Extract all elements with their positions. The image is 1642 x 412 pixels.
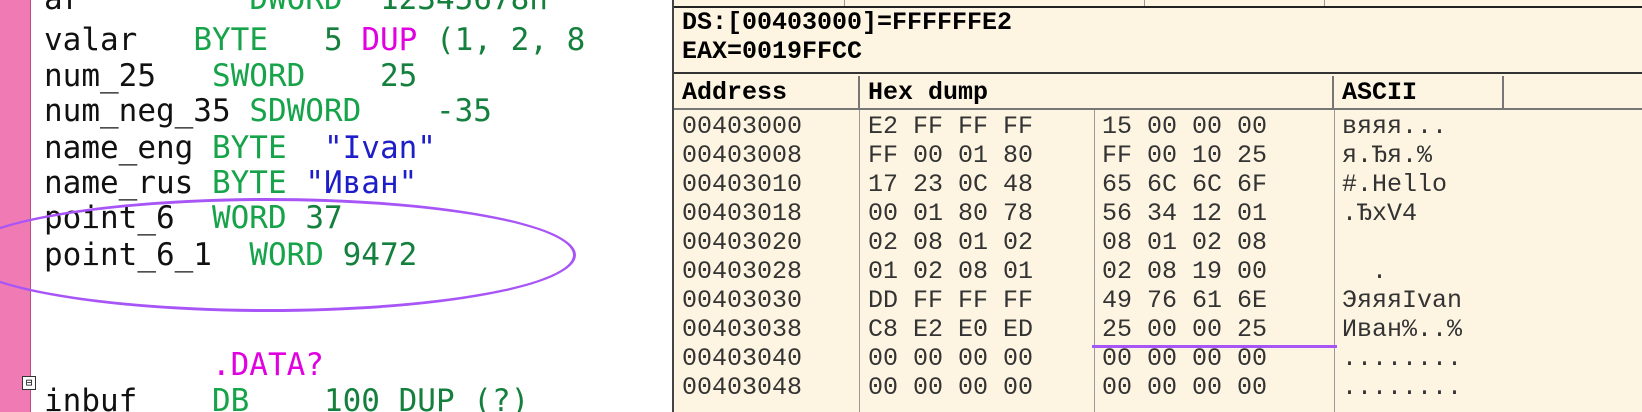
var-name: inbuf — [44, 383, 137, 412]
var-name: num_neg_35 — [44, 93, 231, 129]
var-value: "Иван" — [305, 165, 417, 201]
var-value: -35 — [436, 93, 492, 129]
hex-column-1: E2 FF FF FF FF 00 01 80 17 23 0C 48 00 01 8… — [868, 112, 1033, 402]
dump-row-ascii[interactable]: я.Ђя.% — [1342, 141, 1462, 170]
var-type: SWORD — [212, 58, 305, 94]
var-value: (1, 2, 8 — [436, 22, 585, 58]
var-type: DWORD — [249, 0, 342, 17]
dump-row-hex1[interactable]: E2 FF FF FF — [868, 112, 1033, 141]
code-line[interactable]: name_eng BYTE "Ivan" — [44, 133, 436, 163]
dump-row-hex2[interactable]: 02 08 19 00 — [1102, 257, 1267, 286]
dump-row-hex1[interactable]: 01 02 08 01 — [868, 257, 1033, 286]
dump-row-ascii[interactable]: ........ — [1342, 373, 1462, 402]
dump-row-ascii[interactable]: ........ — [1342, 344, 1462, 373]
dump-row-ascii[interactable]: вяяя... — [1342, 112, 1462, 141]
dump-row-address[interactable]: 00403048 — [682, 373, 802, 402]
highlight-ellipse — [0, 198, 576, 312]
dump-row-ascii[interactable]: #.Hello — [1342, 170, 1462, 199]
code-line[interactable]: num_neg_35 SDWORD -35 — [44, 96, 492, 126]
memory-operand-line: DS:[00403000]=FFFFFFE2 — [682, 8, 1012, 37]
dump-row-hex2[interactable]: 15 00 00 00 — [1102, 112, 1267, 141]
dump-row-hex2[interactable]: 00 00 00 00 — [1102, 344, 1267, 373]
dump-row-ascii[interactable]: Иван%..% — [1342, 315, 1462, 344]
address-column: 00403000 00403008 00403010 00403018 00403020… — [682, 112, 802, 402]
dump-row-hex2[interactable]: 49 76 61 6E — [1102, 286, 1267, 315]
dump-row-hex2[interactable]: FF 00 10 25 — [1102, 141, 1267, 170]
var-name: num_25 — [44, 58, 156, 94]
ascii-column: вяяя... я.Ђя.% #.Hello .ЂxV4   … — [1342, 112, 1462, 402]
dump-row-ascii[interactable]:     — [1342, 228, 1462, 257]
code-line[interactable]: inbuf DB 100 DUP (?) — [44, 386, 529, 412]
segment-directive: .DATA? — [212, 347, 324, 383]
var-type: BYTE — [212, 165, 287, 201]
code-line[interactable]: num_25 SWORD 25 — [44, 61, 417, 91]
dump-row-hex1[interactable]: 02 08 01 02 — [868, 228, 1033, 257]
dump-row-address[interactable]: 00403010 — [682, 170, 802, 199]
dump-row-hex1[interactable]: 17 23 0C 48 — [868, 170, 1033, 199]
code-line[interactable]: ar DWORD 12345678h — [44, 0, 548, 14]
dump-row-address[interactable]: 00403000 — [682, 112, 802, 141]
code-line[interactable]: valar BYTE 5 DUP (1, 2, 8 — [44, 25, 585, 55]
register-line: EAX=0019FFCC — [682, 37, 862, 66]
editor-gutter — [30, 0, 41, 412]
debugger-panel: DS:[00403000]=FFFFFFE2 EAX=0019FFCC Addr… — [672, 0, 1642, 412]
var-type: BYTE — [212, 130, 287, 166]
code-line[interactable]: .DATA? — [44, 350, 324, 380]
fold-toggle-icon[interactable]: ⊟ — [22, 376, 36, 390]
dump-row-address[interactable]: 00403008 — [682, 141, 802, 170]
dump-row-hex1[interactable]: 00 00 00 00 — [868, 373, 1033, 402]
dump-row-address[interactable]: 00403030 — [682, 286, 802, 315]
hex-column-2: 15 00 00 00 FF 00 10 25 65 6C 6C 6F 56 34 1… — [1102, 112, 1267, 402]
var-value: "Ivan" — [324, 130, 436, 166]
pane-splitter[interactable] — [674, 0, 1642, 8]
var-type: SDWORD — [249, 93, 361, 129]
column-header-hex-dump[interactable]: Hex dump — [860, 76, 1334, 110]
var-name: name_rus — [44, 165, 193, 201]
dump-row-address[interactable]: 00403020 — [682, 228, 802, 257]
dump-row-hex1[interactable]: 00 00 00 00 — [868, 344, 1033, 373]
dump-row-address[interactable]: 00403028 — [682, 257, 802, 286]
dump-row-address[interactable]: 00403018 — [682, 199, 802, 228]
dump-row-hex1[interactable]: DD FF FF FF — [868, 286, 1033, 315]
var-value: 5 — [324, 22, 343, 58]
var-type: DB — [212, 383, 249, 412]
dump-row-hex2[interactable]: 65 6C 6C 6F — [1102, 170, 1267, 199]
dump-row-hex1[interactable]: C8 E2 E0 ED — [868, 315, 1033, 344]
dump-row-hex2[interactable]: 08 01 02 08 — [1102, 228, 1267, 257]
column-header-address[interactable]: Address — [674, 76, 860, 110]
var-value: 25 — [380, 58, 417, 94]
pane-divider[interactable] — [674, 72, 1642, 74]
dump-row-ascii[interactable]: ЭяяяIvan — [1342, 286, 1462, 315]
var-value: 12345678h — [380, 0, 548, 17]
var-name: name_eng — [44, 130, 193, 166]
info-pane: DS:[00403000]=FFFFFFE2 EAX=0019FFCC — [682, 8, 1012, 66]
dump-row-address[interactable]: 00403040 — [682, 344, 802, 373]
dump-row-ascii[interactable]: .ЂxV4 — [1342, 199, 1462, 228]
dump-row-hex1[interactable]: FF 00 01 80 — [868, 141, 1033, 170]
column-header-filler — [1504, 76, 1642, 110]
var-name: valar — [44, 22, 137, 58]
var-value: 100 DUP (?) — [324, 383, 529, 412]
code-line[interactable]: name_rus BYTE "Иван" — [44, 168, 417, 198]
dump-row-hex2[interactable]: 25 00 00 25 — [1102, 315, 1267, 344]
source-editor[interactable]: ⊟ ar DWORD 12345678h valar BYTE 5 DUP (1… — [0, 0, 672, 412]
dump-row-hex2[interactable]: 56 34 12 01 — [1102, 199, 1267, 228]
highlight-underline — [1092, 345, 1337, 348]
dump-row-ascii[interactable]:   . — [1342, 257, 1462, 286]
var-type: BYTE — [193, 22, 268, 58]
column-header-ascii[interactable]: ASCII — [1334, 76, 1504, 110]
dup-keyword: DUP — [361, 22, 417, 58]
dump-row-hex2[interactable]: 00 00 00 00 — [1102, 373, 1267, 402]
var-name: ar — [44, 0, 81, 17]
dump-row-hex1[interactable]: 00 01 80 78 — [868, 199, 1033, 228]
editor-margin — [0, 0, 30, 412]
dump-row-address[interactable]: 00403038 — [682, 315, 802, 344]
